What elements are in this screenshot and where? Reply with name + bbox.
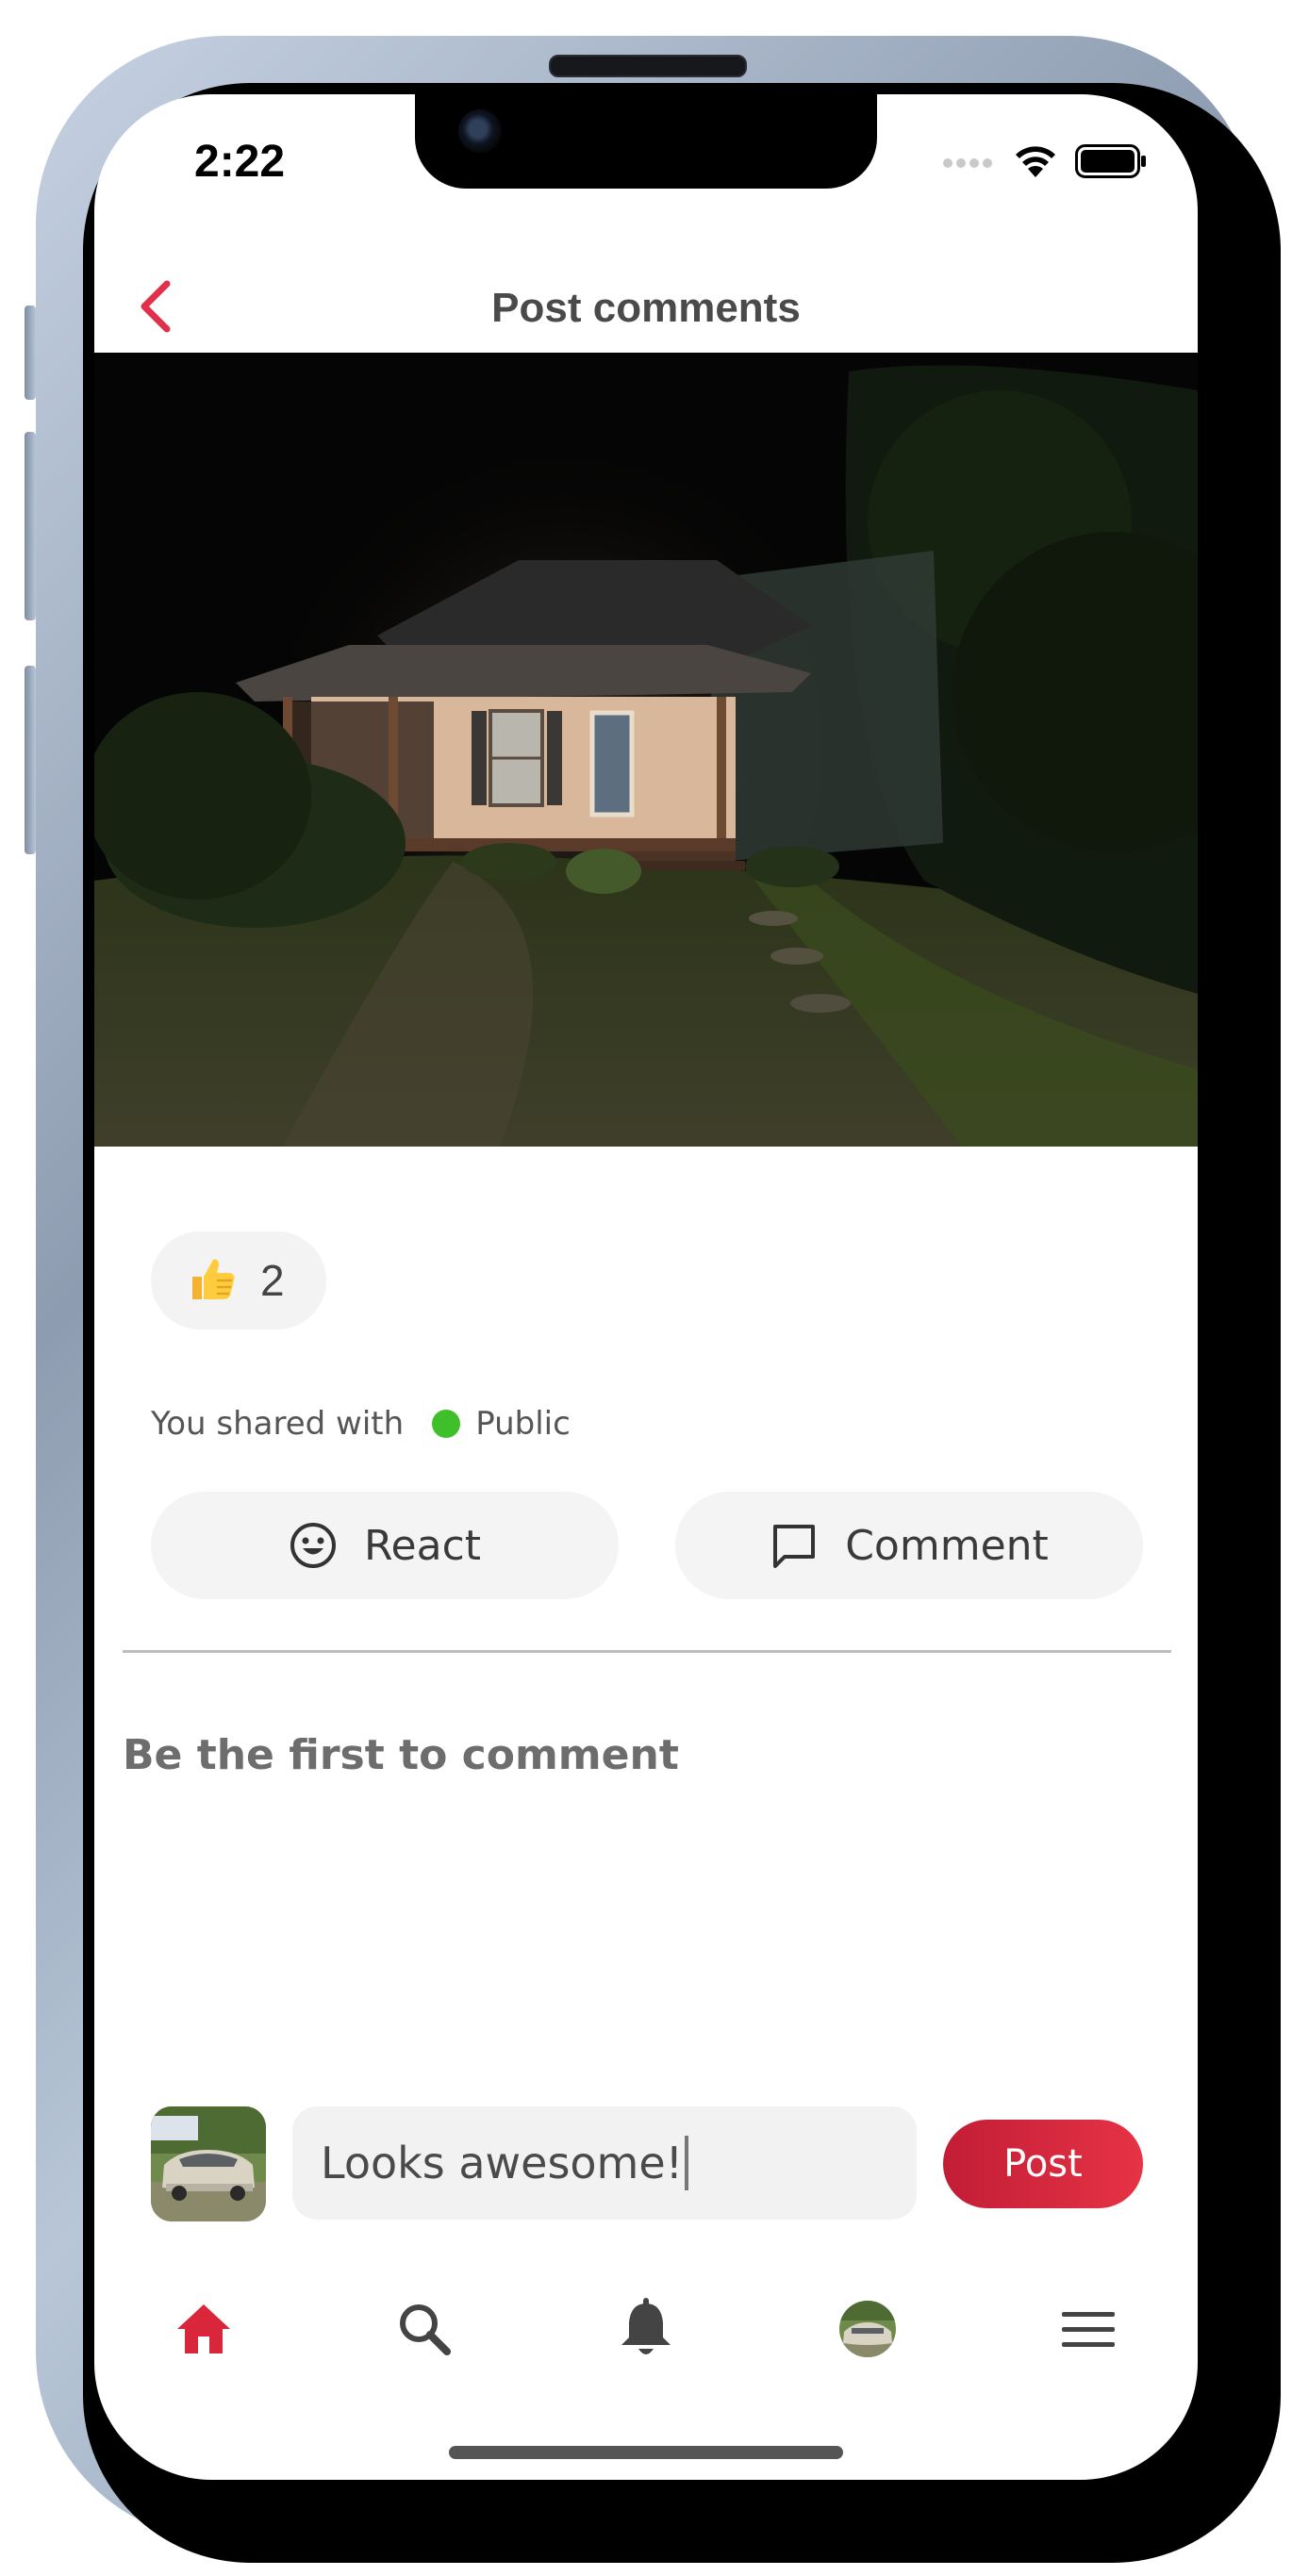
post-button[interactable]: Post — [943, 2120, 1143, 2208]
volume-up-button — [25, 432, 36, 620]
reaction-count: 2 — [260, 1256, 285, 1305]
hamburger-menu-icon — [1062, 2312, 1115, 2347]
shared-with-row: You shared with Public — [151, 1405, 571, 1443]
cellular-signal-icon — [943, 152, 996, 174]
nav-search[interactable] — [377, 2282, 472, 2376]
react-label: React — [363, 1521, 482, 1570]
nav-notifications[interactable] — [599, 2282, 693, 2376]
front-camera — [458, 109, 502, 153]
battery-icon — [1075, 144, 1147, 182]
home-indicator[interactable] — [449, 2446, 843, 2459]
status-icons — [943, 143, 1147, 183]
post-image[interactable] — [94, 353, 1198, 1147]
page-title: Post comments — [491, 285, 801, 331]
nav-menu[interactable] — [1041, 2282, 1135, 2376]
nav-home[interactable] — [157, 2282, 251, 2376]
bell-icon — [621, 2298, 671, 2354]
header: Post comments — [94, 255, 1198, 362]
mute-switch — [25, 305, 36, 400]
volume-down-button — [25, 666, 36, 854]
avatar — [839, 2301, 896, 2357]
thumbs-up-icon — [185, 1252, 238, 1309]
comment-input[interactable]: Looks awesome! — [292, 2106, 917, 2220]
status-time: 2:22 — [194, 137, 286, 187]
earpiece-speaker — [549, 55, 747, 77]
empty-comments-message: Be the first to comment — [123, 1731, 679, 1779]
user-avatar[interactable] — [151, 2106, 266, 2221]
comment-input-value: Looks awesome! — [321, 2138, 684, 2188]
comment-label: Comment — [845, 1521, 1049, 1570]
react-button[interactable]: React — [151, 1492, 619, 1599]
search-icon — [400, 2304, 451, 2355]
wifi-icon — [1013, 143, 1058, 183]
bottom-nav — [94, 2263, 1198, 2404]
car-avatar-photo — [151, 2106, 266, 2221]
screen: 2:22 Post comments 2 You shared with Pub… — [94, 94, 1198, 2480]
divider — [123, 1650, 1171, 1653]
shared-with-label: You shared with — [151, 1405, 405, 1443]
comment-bubble-icon — [773, 1525, 816, 1568]
house-at-night-photo — [94, 353, 1198, 1147]
reaction-summary-chip[interactable]: 2 — [151, 1231, 326, 1329]
audience-label[interactable]: Public — [475, 1405, 571, 1443]
text-caret — [685, 2136, 689, 2190]
home-icon — [177, 2304, 230, 2353]
comment-button[interactable]: Comment — [675, 1492, 1143, 1599]
smiley-icon — [290, 1523, 336, 1568]
nav-profile[interactable] — [820, 2282, 915, 2376]
public-status-dot — [432, 1410, 461, 1438]
